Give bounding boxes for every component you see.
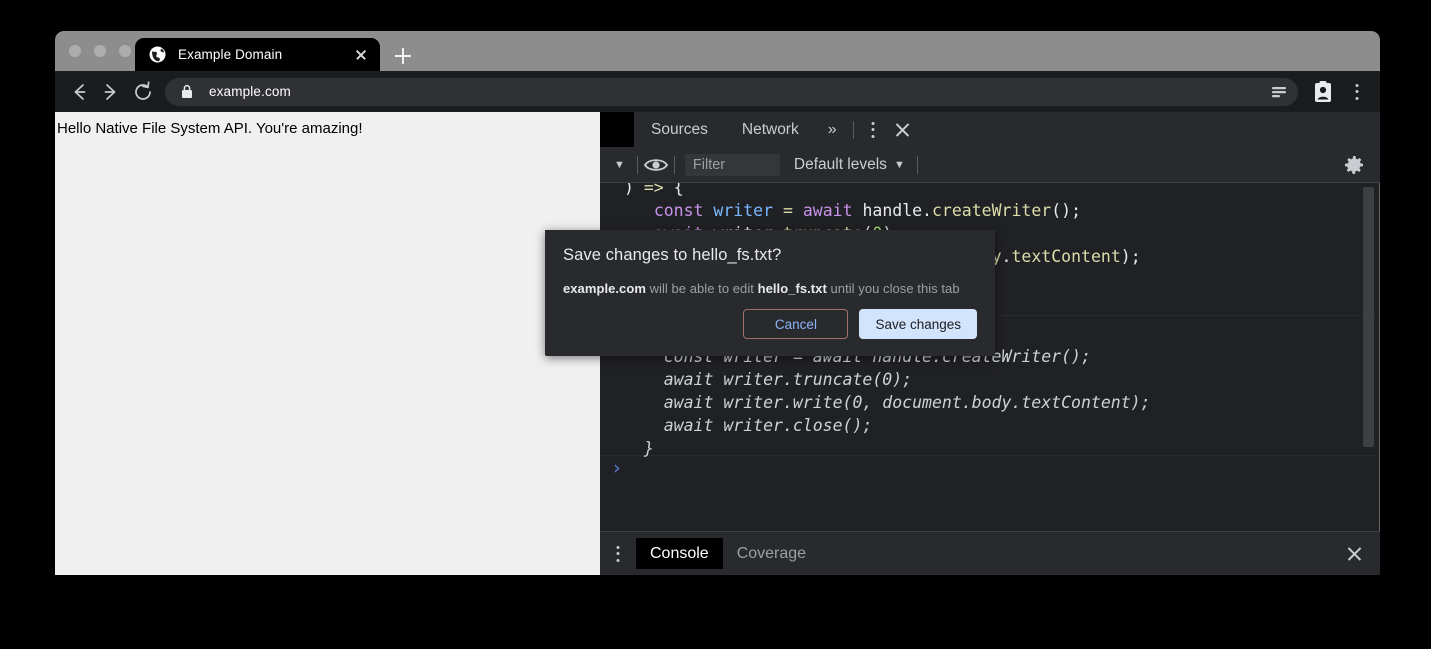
devtools-tab-network[interactable]: Network bbox=[725, 112, 816, 147]
console-toolbar: ▼ Filter Default levels ▼ bbox=[600, 147, 1380, 183]
console-result-line: await writer.write(0, document.body.text… bbox=[624, 393, 1151, 412]
page-body-text: Hello Native File System API. You're ama… bbox=[57, 120, 363, 137]
kebab-menu-icon[interactable] bbox=[1342, 77, 1372, 107]
toolbar-divider bbox=[637, 156, 638, 174]
reload-button[interactable] bbox=[127, 76, 159, 108]
devtools-drawer: Console Coverage bbox=[600, 531, 1380, 575]
devtools-menu-icon[interactable] bbox=[858, 115, 888, 145]
more-tabs-icon[interactable]: » bbox=[816, 121, 849, 139]
dialog-filename: hello_fs.txt bbox=[758, 281, 827, 296]
new-tab-button[interactable] bbox=[390, 43, 416, 69]
dialog-actions: Cancel Save changes bbox=[743, 309, 977, 339]
dialog-body-end: until you close this tab bbox=[827, 281, 960, 296]
drawer-menu-icon[interactable] bbox=[600, 539, 636, 569]
dialog-origin: example.com bbox=[563, 281, 646, 296]
tab-title: Example Domain bbox=[178, 47, 352, 62]
reading-list-icon[interactable] bbox=[1268, 81, 1290, 103]
context-selector-caret-icon[interactable]: ▼ bbox=[606, 159, 633, 171]
console-scrollbar[interactable] bbox=[1363, 187, 1374, 447]
toolbar-divider bbox=[674, 156, 675, 174]
toolbar-divider bbox=[853, 121, 854, 139]
page-content: Hello Native File System API. You're ama… bbox=[55, 112, 600, 575]
console-result-line: await writer.truncate(0); bbox=[624, 370, 912, 389]
tab-strip: Example Domain bbox=[55, 31, 1380, 71]
close-window-button[interactable] bbox=[69, 45, 81, 57]
dialog-body: example.com will be able to edit hello_f… bbox=[563, 281, 977, 296]
devtools-close-icon[interactable] bbox=[888, 115, 918, 145]
url-text: example.com bbox=[209, 84, 1268, 99]
dialog-body-mid: will be able to edit bbox=[646, 281, 758, 296]
lock-icon bbox=[181, 84, 193, 99]
traffic-lights bbox=[69, 45, 131, 57]
minimize-window-button[interactable] bbox=[94, 45, 106, 57]
log-levels-label: Default levels bbox=[794, 156, 887, 174]
devtools-tabbar: Sources Network » bbox=[600, 112, 1380, 147]
drawer-tab-coverage[interactable]: Coverage bbox=[723, 538, 820, 569]
viewport: Hello Native File System API. You're ama… bbox=[55, 112, 1380, 575]
chevron-down-icon: ▼ bbox=[894, 159, 905, 171]
dialog-title: Save changes to hello_fs.txt? bbox=[563, 246, 977, 265]
globe-icon bbox=[149, 46, 166, 63]
cancel-button[interactable]: Cancel bbox=[743, 309, 848, 339]
back-button[interactable] bbox=[63, 76, 95, 108]
toolbar-divider bbox=[917, 156, 918, 174]
drawer-close-icon[interactable] bbox=[1338, 538, 1370, 570]
gear-icon[interactable] bbox=[1342, 153, 1366, 177]
maximize-window-button[interactable] bbox=[119, 45, 131, 57]
browser-tab[interactable]: Example Domain bbox=[135, 38, 380, 71]
console-result-line: } bbox=[624, 439, 654, 458]
drawer-tab-console[interactable]: Console bbox=[636, 538, 723, 569]
console-prompt-icon: › bbox=[611, 457, 622, 479]
address-bar[interactable]: example.com bbox=[165, 78, 1298, 106]
save-changes-button[interactable]: Save changes bbox=[859, 309, 977, 339]
filter-input[interactable]: Filter bbox=[685, 154, 780, 176]
devtools-tab-sources[interactable]: Sources bbox=[634, 112, 725, 147]
close-tab-icon[interactable] bbox=[352, 46, 370, 64]
forward-button[interactable] bbox=[95, 76, 127, 108]
browser-window: Example Domain bbox=[55, 31, 1380, 576]
devtools-tab-selected[interactable] bbox=[600, 112, 634, 147]
devtools-vertical-divider bbox=[1379, 183, 1380, 531]
eye-icon[interactable] bbox=[642, 154, 670, 176]
save-changes-dialog: Save changes to hello_fs.txt? example.co… bbox=[545, 230, 995, 356]
profile-icon[interactable] bbox=[1308, 77, 1338, 107]
browser-toolbar: example.com bbox=[55, 71, 1380, 112]
log-levels-dropdown[interactable]: Default levels ▼ bbox=[786, 156, 913, 174]
console-result-line: await writer.close(); bbox=[624, 416, 872, 435]
